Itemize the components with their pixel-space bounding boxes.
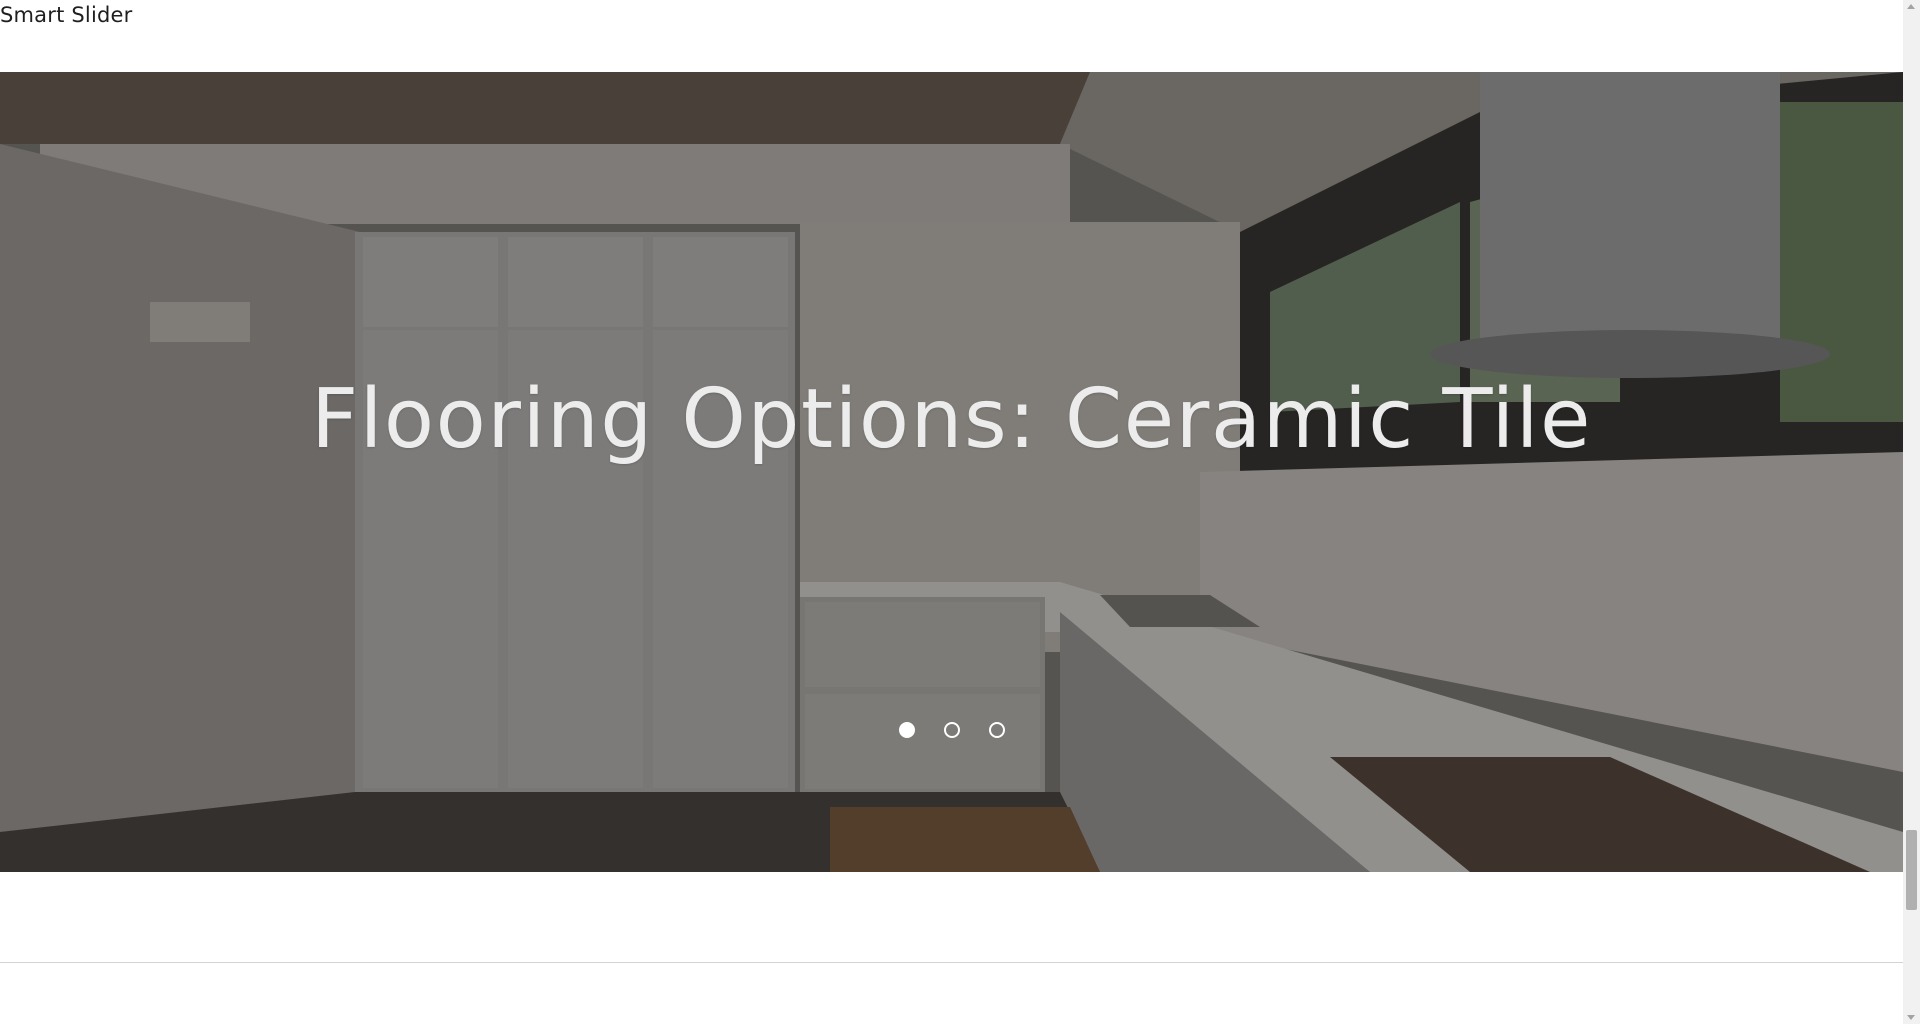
smart-slider[interactable]: Flooring Options: Ceramic Tile <box>0 72 1903 872</box>
slider-bullet-1[interactable] <box>898 722 915 738</box>
slider-bullet-2[interactable] <box>943 722 960 738</box>
section-label: Smart Slider <box>0 3 133 27</box>
page: Smart Slider Flooring Options: Ceramic T… <box>0 0 1920 1024</box>
slider-bullets <box>0 722 1903 738</box>
slide-title: Flooring Options: Ceramic Tile <box>310 372 1592 467</box>
scroll-thumb[interactable] <box>1906 830 1917 910</box>
section-divider <box>0 962 1903 963</box>
slide-overlay <box>0 72 1903 872</box>
vertical-scrollbar[interactable] <box>1903 0 1920 1024</box>
scroll-down-arrow-icon[interactable] <box>1907 1015 1915 1020</box>
slider-bullet-3[interactable] <box>988 722 1005 738</box>
scroll-up-arrow-icon[interactable] <box>1907 4 1915 9</box>
